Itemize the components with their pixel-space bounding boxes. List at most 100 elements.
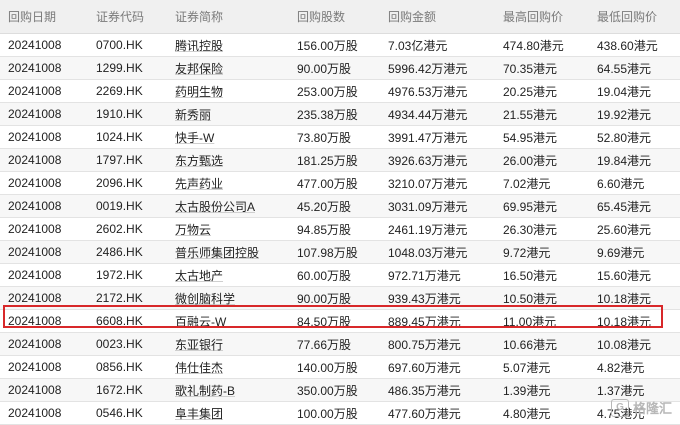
cell-amount: 1048.03万港元 (380, 240, 495, 264)
cell-name: 阜丰集团 (167, 401, 289, 425)
security-name: 百融云-W (175, 314, 227, 329)
cell-amount: 939.43万港元 (380, 286, 495, 310)
cell-code: 0023.HK (88, 332, 167, 356)
cell-name: 腾讯控股 (167, 33, 289, 57)
cell-name: 太古地产 (167, 263, 289, 287)
cell-low: 6.60港元 (589, 171, 680, 195)
cell-low: 65.45港元 (589, 194, 680, 218)
cell-code: 1024.HK (88, 125, 167, 149)
table-row: 20241008 0700.HK 腾讯控股 156.00万股 7.03亿港元 474.80… (0, 33, 680, 57)
cell-shares: 60.00万股 (289, 263, 380, 287)
cell-date: 20241008 (0, 125, 88, 149)
table-row: 20241008 2602.HK 万物云 94.85万股 2461.19万港元 26.30… (0, 217, 680, 241)
column-header-date: 回购日期 (0, 0, 88, 34)
cell-date: 20241008 (0, 33, 88, 57)
cell-code: 6608.HK (88, 309, 167, 333)
security-name: 先声药业 (175, 176, 224, 191)
cell-name: 先声药业 (167, 171, 289, 195)
cell-high: 54.95港元 (495, 125, 589, 149)
security-name: 太古股份公司A (175, 199, 256, 214)
cell-code: 1299.HK (88, 56, 167, 80)
cell-name: 东方甄选 (167, 148, 289, 172)
cell-date: 20241008 (0, 355, 88, 379)
cell-shares: 235.38万股 (289, 102, 380, 126)
cell-amount: 3210.07万港元 (380, 171, 495, 195)
column-header-high: 最高回购价 (495, 0, 589, 34)
column-header-code: 证券代码 (88, 0, 167, 34)
cell-amount: 3991.47万港元 (380, 125, 495, 149)
cell-shares: 94.85万股 (289, 217, 380, 241)
cell-name: 百融云-W (167, 309, 289, 333)
cell-date: 20241008 (0, 217, 88, 241)
cell-high: 10.66港元 (495, 332, 589, 356)
cell-amount: 5996.42万港元 (380, 56, 495, 80)
security-name: 东方甄选 (175, 153, 224, 168)
cell-high: 69.95港元 (495, 194, 589, 218)
cell-low: 25.60港元 (589, 217, 680, 241)
cell-name: 快手-W (167, 125, 289, 149)
cell-shares: 156.00万股 (289, 33, 380, 57)
cell-high: 10.50港元 (495, 286, 589, 310)
cell-high: 16.50港元 (495, 263, 589, 287)
cell-high: 26.30港元 (495, 217, 589, 241)
table-row: 20241008 0023.HK 东亚银行 77.66万股 800.75万港元 10.66… (0, 332, 680, 356)
cell-code: 0019.HK (88, 194, 167, 218)
cell-high: 1.39港元 (495, 378, 589, 402)
table-row: 20241008 1299.HK 友邦保险 90.00万股 5996.42万港元 70.3… (0, 56, 680, 80)
cell-amount: 3031.09万港元 (380, 194, 495, 218)
cell-high: 26.00港元 (495, 148, 589, 172)
cell-code: 1910.HK (88, 102, 167, 126)
security-name: 腾讯控股 (175, 38, 224, 53)
cell-shares: 350.00万股 (289, 378, 380, 402)
cell-shares: 90.00万股 (289, 286, 380, 310)
cell-date: 20241008 (0, 263, 88, 287)
cell-shares: 73.80万股 (289, 125, 380, 149)
cell-code: 1972.HK (88, 263, 167, 287)
cell-shares: 84.50万股 (289, 309, 380, 333)
cell-shares: 100.00万股 (289, 401, 380, 425)
table-row: 20241008 0019.HK 太古股份公司A 45.20万股 3031.09万港元 6… (0, 194, 680, 218)
table-body: 20241008 0700.HK 腾讯控股 156.00万股 7.03亿港元 474.80… (0, 33, 680, 425)
cell-amount: 486.35万港元 (380, 378, 495, 402)
column-header-amount: 回购金额 (380, 0, 495, 34)
security-name: 药明生物 (175, 84, 224, 99)
table-row: 20241008 0546.HK 阜丰集团 100.00万股 477.60万港元 4.80… (0, 401, 680, 425)
cell-name: 歌礼制药-B (167, 378, 289, 402)
cell-low: 438.60港元 (589, 33, 680, 57)
cell-low: 15.60港元 (589, 263, 680, 287)
cell-code: 0856.HK (88, 355, 167, 379)
security-name: 新秀丽 (175, 107, 212, 122)
column-header-low: 最低回购价 (589, 0, 680, 34)
security-name: 太古地产 (175, 268, 224, 283)
buyback-table: 回购日期 证券代码 证券简称 回购股数 回购金额 最高回购价 最低回购价 20241008 0… (0, 0, 680, 425)
cell-code: 2486.HK (88, 240, 167, 264)
table-row: 20241008 2172.HK 微创脑科学 90.00万股 939.43万港元 10.5… (0, 286, 680, 310)
cell-date: 20241008 (0, 309, 88, 333)
cell-name: 太古股份公司A (167, 194, 289, 218)
cell-name: 万物云 (167, 217, 289, 241)
cell-amount: 477.60万港元 (380, 401, 495, 425)
cell-high: 70.35港元 (495, 56, 589, 80)
cell-code: 2269.HK (88, 79, 167, 103)
cell-shares: 181.25万股 (289, 148, 380, 172)
cell-high: 7.02港元 (495, 171, 589, 195)
cell-date: 20241008 (0, 286, 88, 310)
cell-shares: 253.00万股 (289, 79, 380, 103)
cell-high: 474.80港元 (495, 33, 589, 57)
security-name: 友邦保险 (175, 61, 224, 76)
cell-name: 伟仕佳杰 (167, 355, 289, 379)
table-row: 20241008 2096.HK 先声药业 477.00万股 3210.07万港元 7.0… (0, 171, 680, 195)
cell-low: 64.55港元 (589, 56, 680, 80)
cell-amount: 4934.44万港元 (380, 102, 495, 126)
cell-date: 20241008 (0, 378, 88, 402)
cell-date: 20241008 (0, 171, 88, 195)
security-name: 阜丰集团 (175, 406, 224, 421)
cell-shares: 477.00万股 (289, 171, 380, 195)
cell-date: 20241008 (0, 240, 88, 264)
cell-shares: 45.20万股 (289, 194, 380, 218)
cell-amount: 697.60万港元 (380, 355, 495, 379)
header-row: 回购日期 证券代码 证券简称 回购股数 回购金额 最高回购价 最低回购价 (0, 0, 680, 34)
cell-low: 19.04港元 (589, 79, 680, 103)
cell-date: 20241008 (0, 401, 88, 425)
cell-name: 东亚银行 (167, 332, 289, 356)
